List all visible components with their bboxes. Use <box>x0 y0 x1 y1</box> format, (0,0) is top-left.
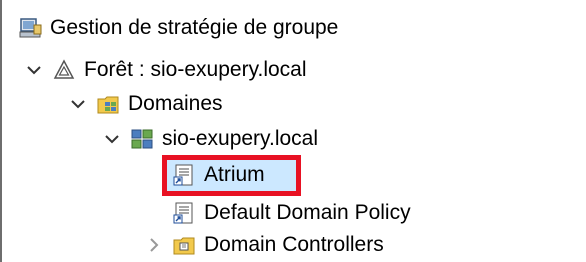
tree-node-forest[interactable]: Forêt : sio-exupery.local <box>24 53 307 87</box>
tree-node-domain-controllers[interactable]: Domain Controllers <box>144 228 384 262</box>
gpo-link-icon <box>172 201 196 225</box>
ou-folder-icon <box>172 233 196 257</box>
chevron-down-icon[interactable] <box>68 94 88 114</box>
tree-label: Gestion de stratégie de groupe <box>50 16 339 39</box>
tree-label: Forêt : sio-exupery.local <box>84 58 307 81</box>
gpmc-icon <box>18 16 42 40</box>
chevron-right-icon[interactable] <box>144 235 164 255</box>
tree-node-default-domain-policy[interactable]: Default Domain Policy <box>172 196 411 230</box>
tree-label: Atrium <box>204 163 265 186</box>
tree-label: Domaines <box>128 92 223 115</box>
domain-icon <box>130 127 154 151</box>
gpo-link-icon <box>172 163 196 187</box>
chevron-down-icon[interactable] <box>24 60 44 80</box>
tree-label: Default Domain Policy <box>204 201 411 224</box>
tree-node-domain[interactable]: sio-exupery.local <box>102 122 318 156</box>
tree-node-atrium[interactable]: Atrium <box>172 158 265 192</box>
chevron-down-icon[interactable] <box>102 129 122 149</box>
tree-label: sio-exupery.local <box>162 127 319 150</box>
tree-node-root[interactable]: Gestion de stratégie de groupe <box>18 11 338 45</box>
pane-border <box>0 0 2 262</box>
tree-node-domains[interactable]: Domaines <box>68 87 223 121</box>
forest-icon <box>52 58 76 82</box>
domains-folder-icon <box>96 92 120 116</box>
tree-label: Domain Controllers <box>204 233 384 256</box>
